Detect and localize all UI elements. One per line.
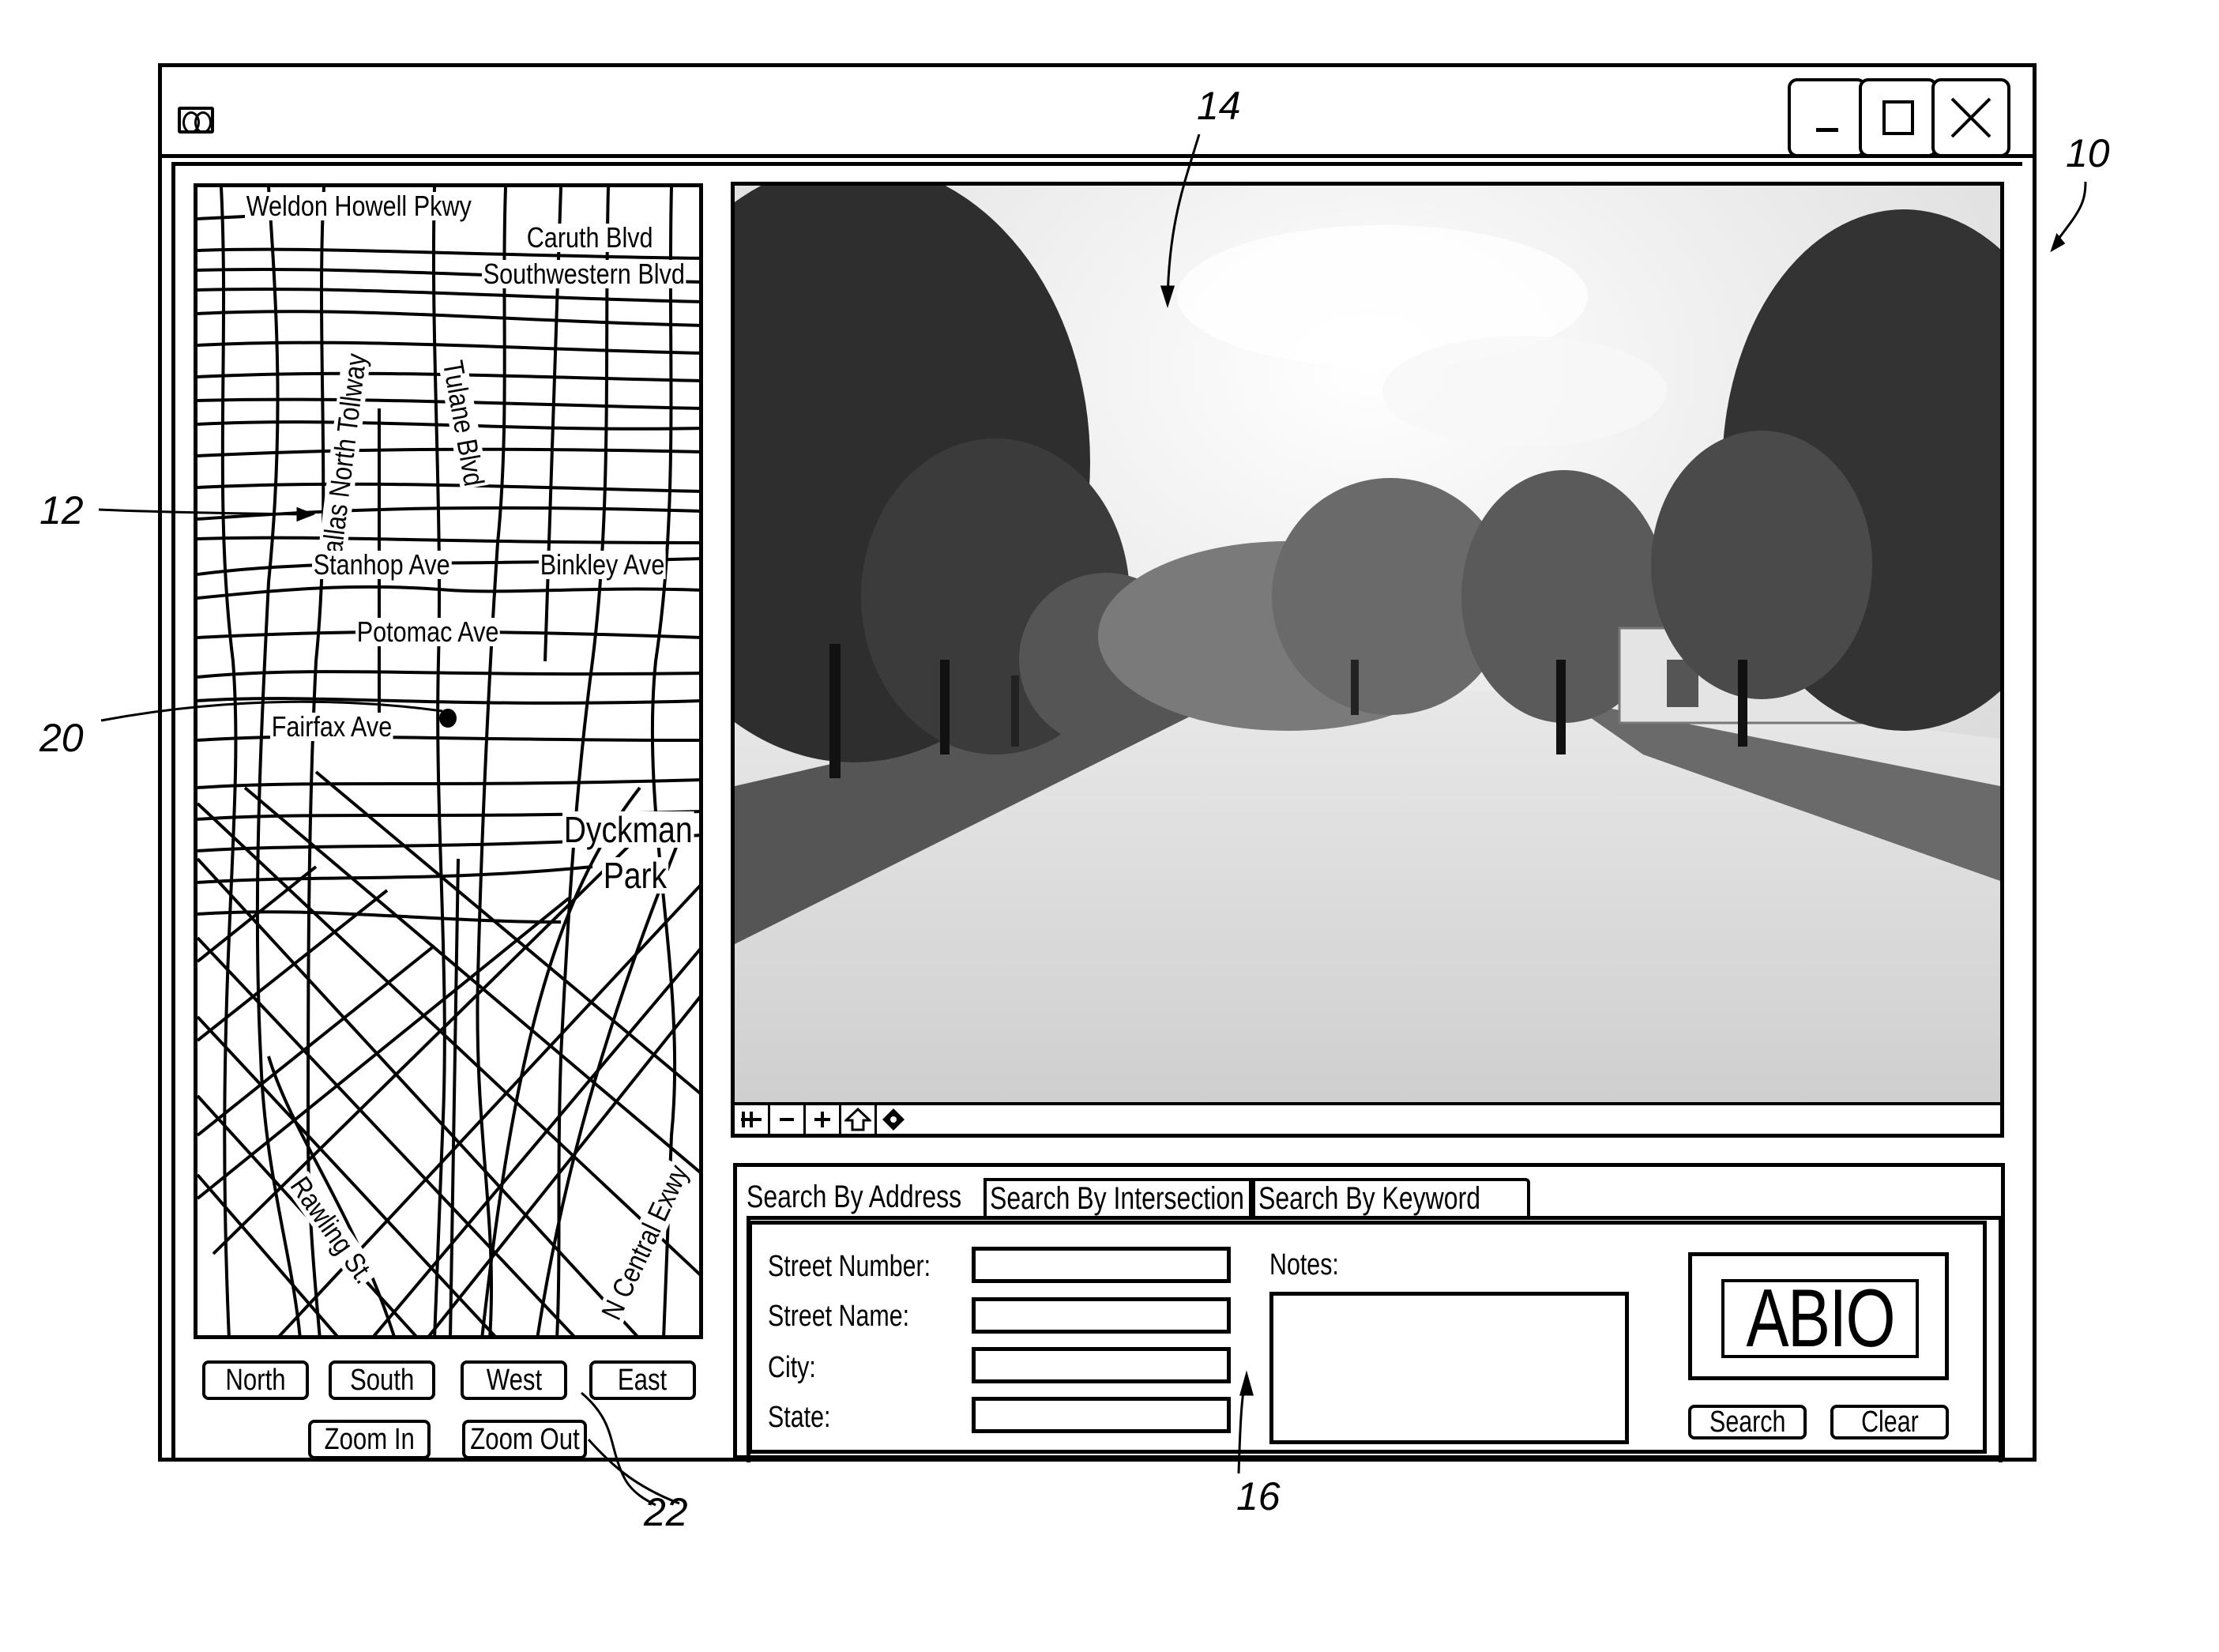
reference-numeral-14: 14 [1197, 84, 1241, 128]
reference-numeral-20: 20 [39, 716, 84, 760]
reference-leader-lines [98, 134, 2087, 1507]
reference-numeral-10: 10 [2066, 131, 2110, 175]
reference-numeral-12: 12 [39, 488, 84, 532]
reference-numeral-22: 22 [644, 1490, 688, 1534]
reference-numeral-16: 16 [1236, 1474, 1281, 1518]
